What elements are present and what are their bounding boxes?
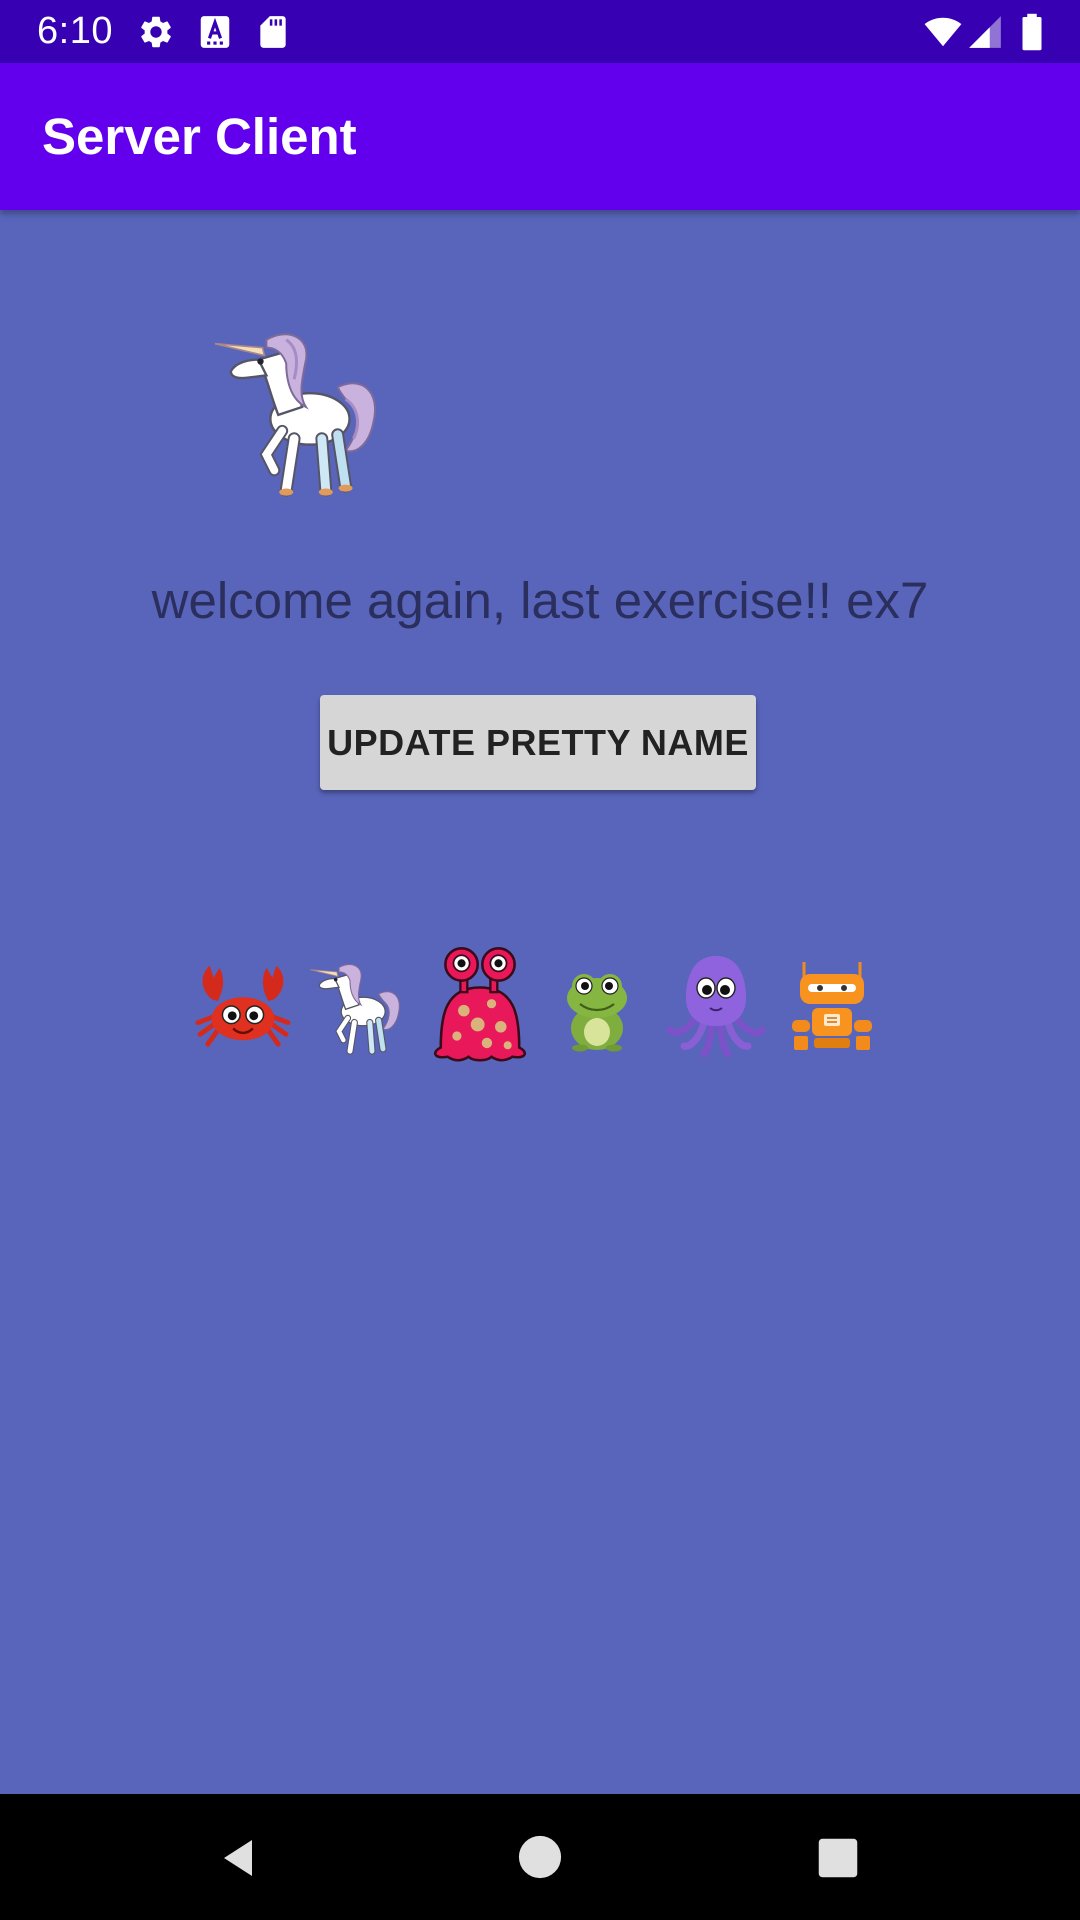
main-content: welcome again, last exercise!! ex7 UPDAT… — [0, 210, 1080, 1794]
gear-icon — [141, 16, 171, 48]
wifi-icon — [924, 17, 962, 47]
navigation-bar — [0, 1794, 1080, 1920]
welcome-message: welcome again, last exercise!! ex7 — [151, 572, 929, 629]
recents-icon[interactable] — [816, 1836, 860, 1880]
unicorn-icon[interactable] — [306, 954, 416, 1058]
app-bar: Server Client — [0, 63, 1080, 210]
pink-monster-icon[interactable] — [422, 946, 538, 1066]
crab-icon[interactable] — [194, 960, 292, 1052]
robot-icon[interactable] — [790, 960, 874, 1052]
status-time: 6:10 — [37, 10, 113, 52]
avatar-picker — [0, 930, 1080, 1062]
battery-icon — [1022, 13, 1042, 51]
app-title: Server Client — [42, 108, 357, 165]
text-format-icon — [200, 16, 230, 48]
status-bar: 6:10 — [0, 0, 1080, 63]
frog-icon[interactable] — [562, 966, 632, 1052]
back-icon[interactable] — [214, 1834, 262, 1882]
signal-icon — [969, 16, 1001, 48]
selected-avatar-unicorn-icon — [214, 333, 376, 497]
sd-card-icon — [260, 16, 286, 48]
octopus-icon[interactable] — [666, 952, 766, 1058]
update-pretty-name-button[interactable]: UPDATE PRETTY NAME — [320, 695, 756, 790]
home-icon[interactable] — [517, 1834, 563, 1880]
